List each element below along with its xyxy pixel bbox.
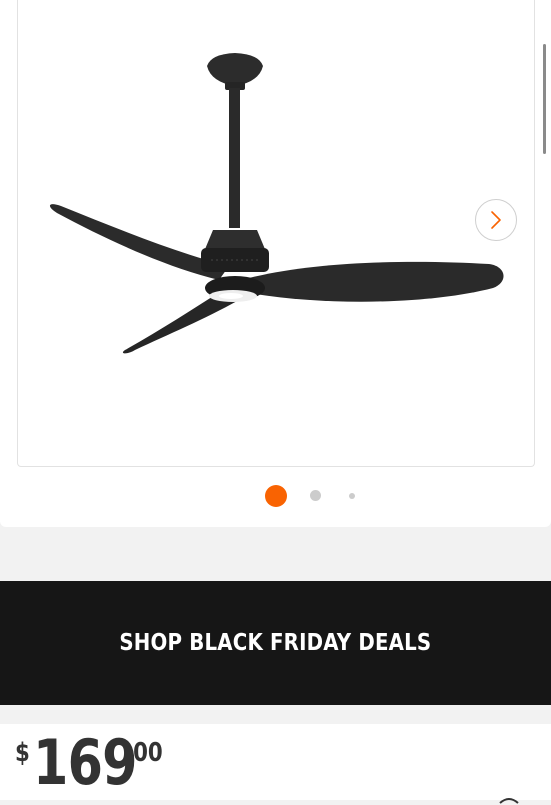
product-image-gallery bbox=[0, 0, 551, 527]
banner-label: SHOP BLACK FRIDAY DEALS bbox=[119, 630, 432, 656]
black-friday-banner[interactable]: SHOP BLACK FRIDAY DEALS bbox=[0, 581, 551, 705]
price-section: $ 169 00 bbox=[0, 724, 551, 800]
product-image-frame[interactable] bbox=[17, 0, 535, 467]
price-dollars: 169 bbox=[33, 726, 137, 799]
next-image-button[interactable] bbox=[475, 199, 517, 241]
carousel-dot[interactable] bbox=[349, 493, 355, 499]
carousel-dot[interactable] bbox=[310, 490, 321, 501]
carousel-pagination bbox=[0, 484, 551, 508]
ceiling-fan-image bbox=[49, 53, 504, 354]
scrollbar[interactable] bbox=[543, 44, 546, 154]
partial-icon bbox=[499, 798, 519, 804]
carousel-dot-active[interactable] bbox=[265, 485, 287, 507]
price-cents: 00 bbox=[133, 738, 163, 768]
chevron-right-icon bbox=[491, 211, 501, 229]
price-currency: $ bbox=[15, 738, 30, 768]
